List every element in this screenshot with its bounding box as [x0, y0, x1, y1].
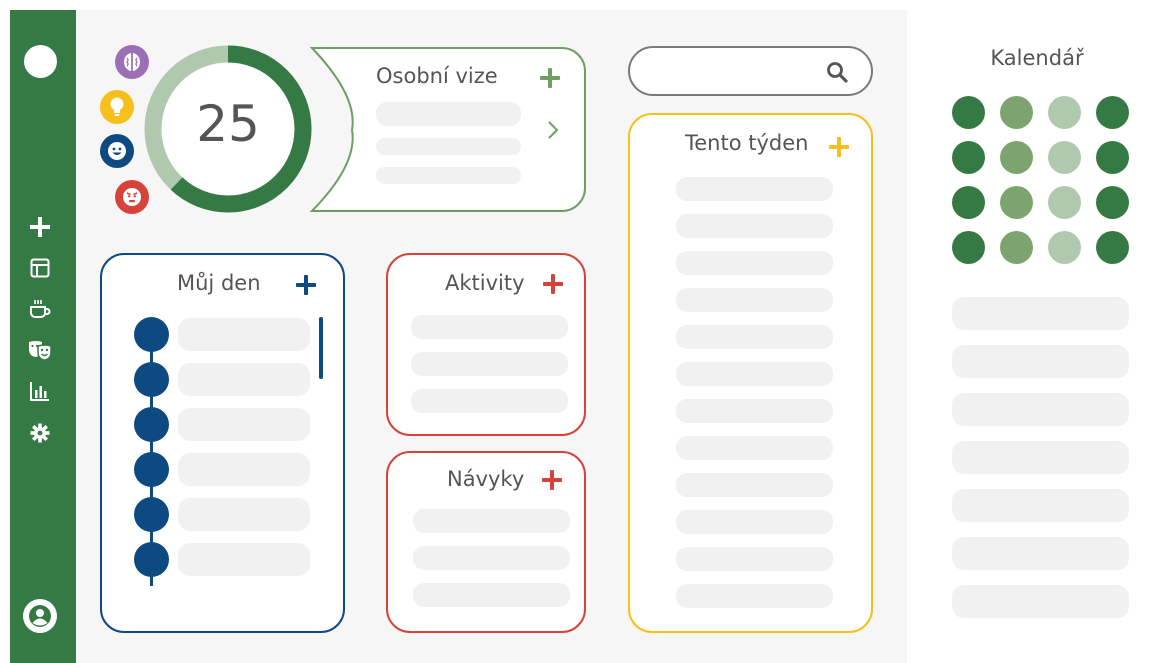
- activity-item: [411, 352, 568, 376]
- vision-item: [376, 167, 521, 184]
- logo-icon[interactable]: [24, 45, 57, 78]
- sidebar: [10, 10, 76, 663]
- timeline-dot[interactable]: [134, 497, 169, 532]
- week-item: [676, 436, 833, 460]
- week-item: [676, 547, 833, 571]
- calendar-day-dot[interactable]: [1000, 96, 1033, 129]
- activities-title: Aktivity: [445, 271, 525, 295]
- calendar-day-dot[interactable]: [1048, 186, 1081, 219]
- calendar-event: [952, 393, 1129, 426]
- calendar-day-dot[interactable]: [1096, 186, 1129, 219]
- calendar-day-dot[interactable]: [952, 141, 985, 174]
- my-day-title: Můj den: [177, 271, 261, 295]
- calendar-day-dot[interactable]: [952, 96, 985, 129]
- calendar-day-dot[interactable]: [1048, 96, 1081, 129]
- search-input[interactable]: [648, 56, 823, 86]
- calendar-day-dot[interactable]: [1000, 231, 1033, 264]
- habits-title: Návyky: [447, 467, 525, 491]
- gear-icon[interactable]: [27, 420, 53, 446]
- habit-item: [413, 509, 570, 533]
- calendar-day-dot[interactable]: [952, 186, 985, 219]
- add-my-day-button[interactable]: [296, 275, 316, 295]
- score-value: 25: [196, 95, 260, 153]
- add-vision-button[interactable]: [540, 68, 560, 88]
- layout-icon[interactable]: [27, 255, 53, 281]
- calendar-day-dot[interactable]: [1096, 141, 1129, 174]
- week-item: [676, 473, 833, 497]
- calendar-event: [952, 441, 1129, 474]
- calendar-day-dot[interactable]: [1096, 96, 1129, 129]
- my-day-scrollbar[interactable]: [319, 317, 323, 379]
- calendar-day-dot[interactable]: [1096, 231, 1129, 264]
- activities-card: Aktivity: [386, 253, 586, 436]
- week-item: [676, 362, 833, 386]
- calendar-event: [952, 585, 1129, 618]
- this-week-title: Tento týden: [685, 131, 809, 155]
- calendar-event: [952, 297, 1129, 330]
- day-slot: [178, 408, 310, 441]
- calendar-day-dot[interactable]: [952, 231, 985, 264]
- app-frame: 25 Osobní vize Tento týden Můj den Aktiv…: [10, 10, 1167, 663]
- timeline-dot[interactable]: [134, 542, 169, 577]
- day-slot: [178, 363, 310, 396]
- lightbulb-icon[interactable]: [100, 90, 134, 124]
- habits-card: Návyky: [386, 451, 586, 633]
- this-week-card: Tento týden: [628, 113, 873, 633]
- calendar-panel: Kalendář: [907, 10, 1167, 663]
- calendar-day-dot[interactable]: [1000, 186, 1033, 219]
- week-item: [676, 584, 833, 608]
- search-icon[interactable]: [825, 60, 849, 84]
- week-item: [676, 288, 833, 312]
- calendar-day-dot[interactable]: [1048, 141, 1081, 174]
- week-item: [676, 251, 833, 275]
- timeline-dot[interactable]: [134, 452, 169, 487]
- vision-item: [376, 102, 521, 126]
- smile-icon[interactable]: [100, 134, 134, 168]
- week-item: [676, 177, 833, 201]
- vision-title: Osobní vize: [376, 64, 498, 88]
- day-slot: [178, 453, 310, 486]
- calendar-event: [952, 537, 1129, 570]
- vision-item: [376, 138, 521, 155]
- week-item: [676, 325, 833, 349]
- week-item: [676, 214, 833, 238]
- habit-item: [413, 583, 570, 607]
- day-slot: [178, 318, 310, 351]
- calendar-event: [952, 489, 1129, 522]
- calendar-day-dot[interactable]: [1000, 141, 1033, 174]
- calendar-day-dot[interactable]: [1048, 231, 1081, 264]
- add-this-week-button[interactable]: [829, 137, 849, 157]
- search-bar: [628, 46, 873, 96]
- habit-item: [413, 546, 570, 570]
- calendar-title: Kalendář: [990, 46, 1084, 70]
- my-day-card: Můj den: [100, 253, 345, 633]
- activity-item: [411, 315, 568, 339]
- theater-masks-icon[interactable]: [27, 337, 53, 363]
- day-slot: [178, 498, 310, 531]
- week-item: [676, 510, 833, 534]
- timeline-dot[interactable]: [134, 317, 169, 352]
- add-habit-button[interactable]: [542, 470, 562, 490]
- coffee-icon[interactable]: [27, 296, 53, 322]
- timeline-dot[interactable]: [134, 407, 169, 442]
- activity-item: [411, 389, 568, 413]
- add-activity-button[interactable]: [543, 274, 563, 294]
- week-item: [676, 399, 833, 423]
- bar-chart-icon[interactable]: [27, 378, 53, 404]
- chevron-right-icon[interactable]: [547, 120, 559, 140]
- day-slot: [178, 543, 310, 576]
- plus-icon[interactable]: [27, 214, 53, 240]
- calendar-event: [952, 345, 1129, 378]
- timeline-dot[interactable]: [134, 362, 169, 397]
- user-icon[interactable]: [23, 599, 57, 633]
